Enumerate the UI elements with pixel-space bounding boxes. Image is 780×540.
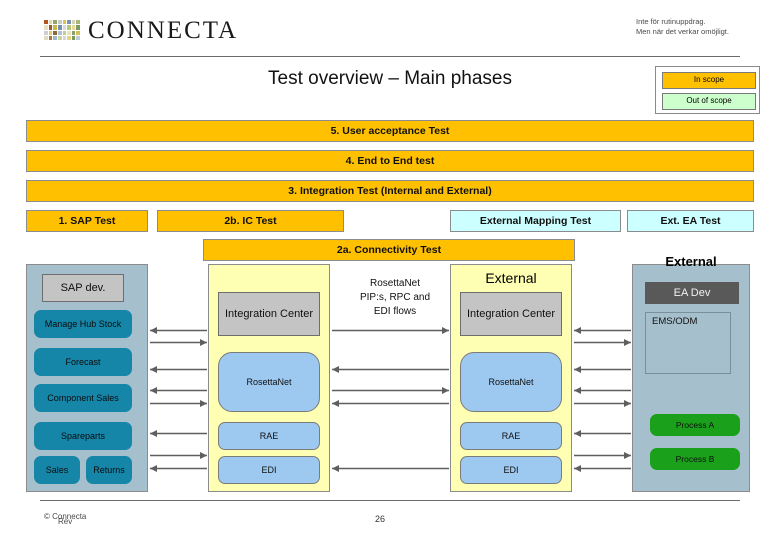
page-title: Test overview – Main phases [268, 68, 512, 89]
flow-arrow-right [150, 338, 207, 347]
flow-arrow-left [150, 365, 207, 374]
header-divider [40, 56, 740, 57]
flow-arrow-left [574, 365, 631, 374]
flow-arrow-right [150, 451, 207, 460]
test-bar-ext-ea-test: Ext. EA Test [627, 210, 754, 232]
tagline-line-1: Inte för rutinuppdrag. [636, 17, 706, 26]
flow-label: RosettaNet PIP:s, RPC and EDI flows [336, 277, 454, 319]
tagline: Inte för rutinuppdrag. Men när det verka… [636, 17, 729, 37]
box-returns: Returns [86, 456, 132, 484]
test-bar-external-mapping-test: External Mapping Test [450, 210, 621, 232]
flow-arrow-right [332, 326, 449, 335]
box-component-sales: Component Sales [34, 384, 132, 412]
flow-arrow-right [574, 338, 631, 347]
box-external-rae: RAE [460, 422, 562, 450]
flow-arrow-left [574, 326, 631, 335]
legend: In scope Out of scope [655, 66, 760, 114]
heading-external-integration-center: External [485, 270, 537, 286]
flow-arrow-right [574, 451, 631, 460]
box-external-rosettanet: RosettaNet [460, 352, 562, 412]
flow-arrow-right [574, 399, 631, 408]
legend-in-scope: In scope [662, 72, 756, 89]
box-external-integration-center: Integration Center [460, 292, 562, 336]
connecta-wordmark: CONNECTA [88, 17, 239, 44]
test-bar-connectivity-test: 2a. Connectivity Test [203, 239, 575, 261]
box-ems-odm: EMS/ODM [645, 312, 731, 374]
flow-arrow-left [574, 464, 631, 473]
box-ea-dev: EA Dev [645, 282, 739, 304]
flow-label-line-2: PIP:s, RPC and [359, 292, 431, 303]
box-edi: EDI [218, 456, 320, 484]
phase-bar-integration-test: 3. Integration Test (Internal and Extern… [26, 180, 754, 202]
box-spareparts: Spareparts [34, 422, 132, 450]
flow-label-line-1: RosettaNet [369, 278, 421, 289]
flow-arrow-left [332, 464, 449, 473]
test-bar-sap-test: 1. SAP Test [26, 210, 148, 232]
box-integration-center: Integration Center [218, 292, 320, 336]
flow-arrow-left [150, 464, 207, 473]
phase-bar-end-to-end-test: 4. End to End test [26, 150, 754, 172]
box-process-a: Process A [650, 414, 740, 436]
box-rae: RAE [218, 422, 320, 450]
heading-external-ea: External [665, 254, 717, 269]
flow-arrow-left [574, 386, 631, 395]
flow-arrow-left [574, 429, 631, 438]
flow-arrow-right [332, 386, 449, 395]
page-number: 26 [374, 514, 385, 524]
flow-arrow-left [150, 326, 207, 335]
flow-label-line-3: EDI flows [373, 306, 417, 317]
box-rosettanet: RosettaNet [218, 352, 320, 412]
test-bar-ic-test: 2b. IC Test [157, 210, 344, 232]
flow-arrow-left [150, 386, 207, 395]
flow-arrow-left [332, 365, 449, 374]
box-external-edi: EDI [460, 456, 562, 484]
connecta-logo-icon [44, 20, 80, 40]
box-sales: Sales [34, 456, 80, 484]
flow-arrow-right [150, 399, 207, 408]
box-process-b: Process B [650, 448, 740, 470]
phase-bar-user-acceptance-test: 5. User acceptance Test [26, 120, 754, 142]
footer-divider [40, 500, 740, 501]
tagline-line-2: Men när det verkar omöjligt. [636, 27, 729, 36]
revision-text: Rev [58, 517, 73, 526]
flow-arrow-left [332, 399, 449, 408]
box-sap-dev: SAP dev. [42, 274, 124, 302]
box-manage-hub-stock: Manage Hub Stock [34, 310, 132, 338]
legend-out-of-scope: Out of scope [662, 93, 756, 110]
flow-arrow-left [150, 429, 207, 438]
box-forecast: Forecast [34, 348, 132, 376]
